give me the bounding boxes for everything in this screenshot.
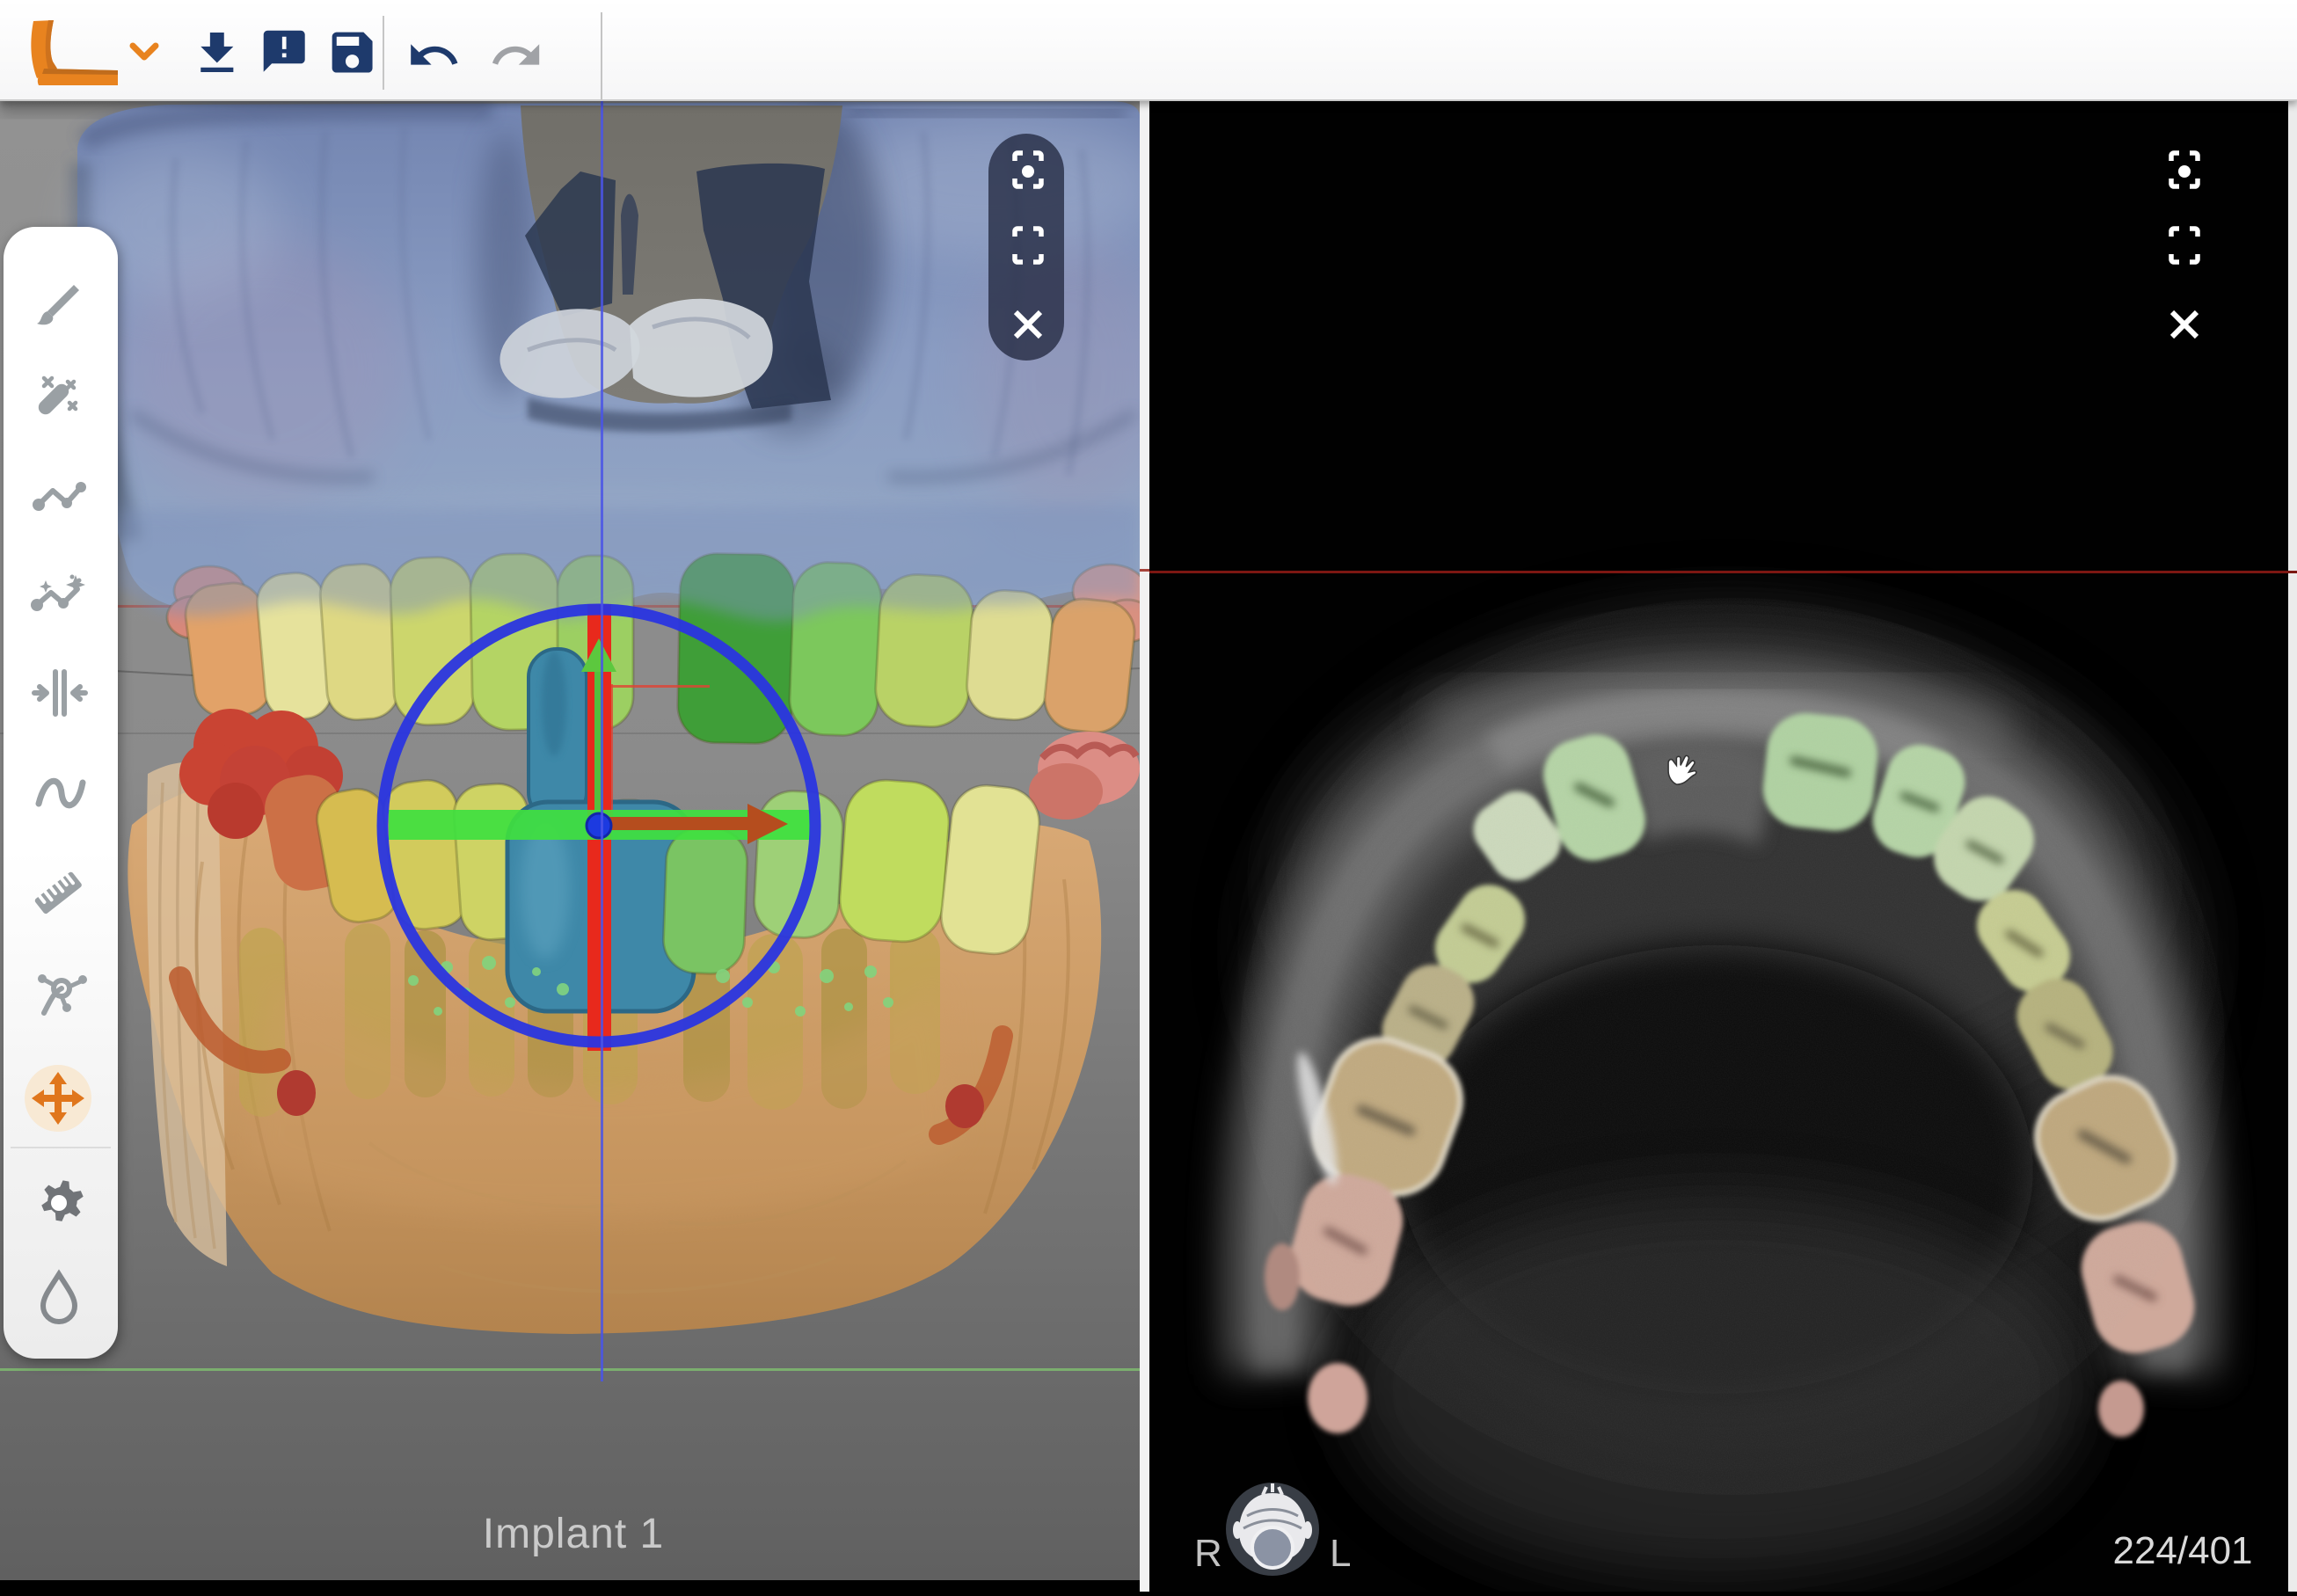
svg-text:L: L (1330, 1532, 1351, 1575)
svg-text:224/401: 224/401 (2112, 1529, 2252, 1572)
svg-text:R: R (1194, 1532, 1222, 1575)
